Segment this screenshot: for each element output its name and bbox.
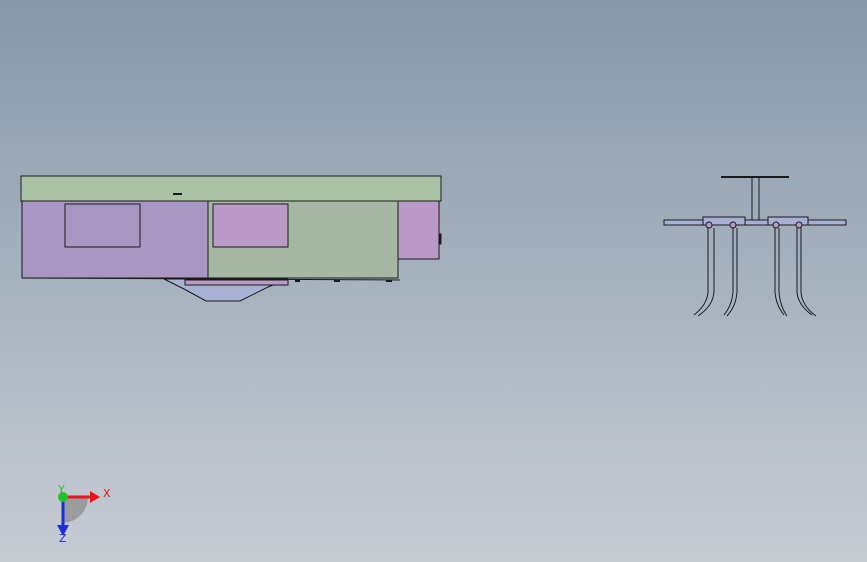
cabin-left-window[interactable] — [64, 203, 141, 248]
cabin-hopper-plate[interactable] — [184, 279, 289, 286]
clamp-left-inner — [729, 221, 737, 229]
clamp-right-inner — [772, 221, 780, 229]
cabin-roof-panel[interactable] — [20, 175, 442, 202]
z-axis-label: Z — [59, 532, 67, 545]
y-axis-label: Y — [57, 483, 65, 496]
graphics-viewport[interactable]: X Y Z — [0, 0, 867, 562]
cabin-right-door[interactable] — [397, 200, 440, 260]
cabin-door-handle — [438, 233, 442, 245]
clamp-left-outer — [705, 221, 713, 229]
clamp-right-outer — [795, 221, 803, 229]
x-axis-label: X — [103, 487, 111, 500]
cabin-middle-window[interactable] — [212, 203, 289, 248]
main-frame-bar[interactable] — [663, 219, 847, 226]
viewport-canvas[interactable]: X Y Z — [0, 0, 867, 562]
